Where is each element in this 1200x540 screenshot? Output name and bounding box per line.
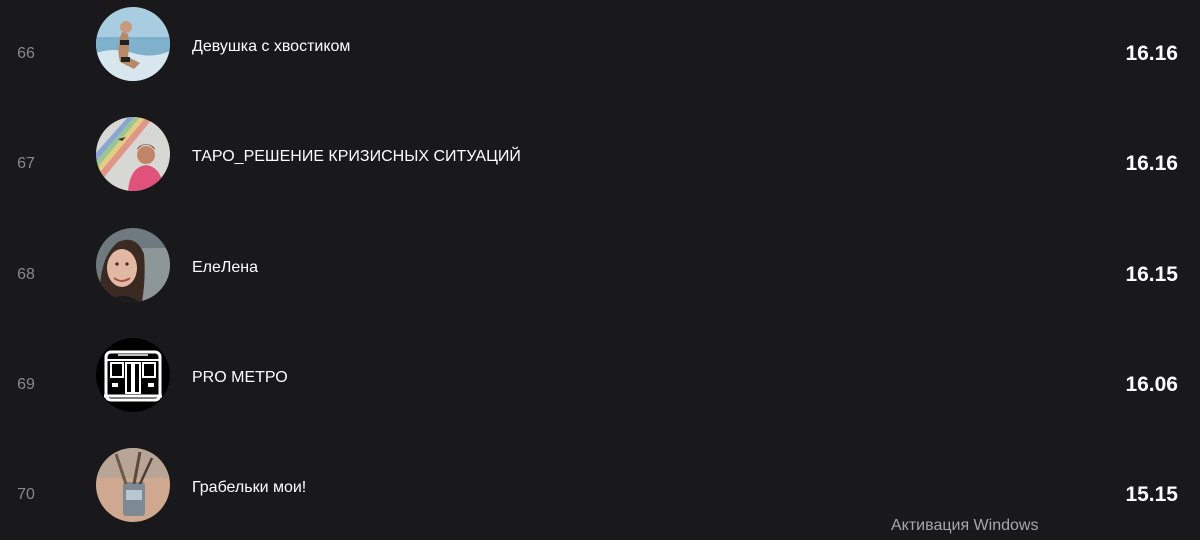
metro-train-icon [96,338,170,412]
rank-number: 67 [17,155,35,172]
channel-name[interactable]: ТАРО_РЕШЕНИЕ КРИЗИСНЫХ СИТУАЦИЙ [192,148,521,166]
avatar-photo-woman-rainbow [96,117,170,191]
channel-name[interactable]: Девушка с хвостиком [192,38,350,56]
rank-number: 66 [17,45,35,62]
rating-list: 66 Девушка с хвостиком 16.16 67 ТАРО_РЕШ… [0,0,1200,540]
score-value: 15.15 [1125,483,1178,506]
list-item[interactable]: 66 Девушка с хвостиком 16.16 [0,7,1200,117]
windows-activation-watermark: Активация Windows [891,517,1039,534]
avatar[interactable] [96,117,170,191]
channel-name[interactable]: ЕлеЛена [192,259,258,277]
list-item[interactable]: 69 PRO МЕТРО 16.06 [0,338,1200,448]
list-item[interactable]: 68 ЕлеЛена 16.15 [0,228,1200,338]
avatar-photo-woman-portrait [96,228,170,302]
avatar[interactable] [96,338,170,412]
avatar-photo-tools [96,448,170,522]
score-value: 16.15 [1125,263,1178,286]
score-value: 16.16 [1125,152,1178,175]
rank-number: 69 [17,376,35,393]
rank-number: 70 [17,486,35,503]
avatar-photo-beach [96,7,170,81]
channel-name[interactable]: Грабельки мои! [192,479,306,497]
score-value: 16.16 [1125,42,1178,65]
score-value: 16.06 [1125,373,1178,396]
list-item[interactable]: 67 ТАРО_РЕШЕНИЕ КРИЗИСНЫХ СИТУАЦИЙ 16.16 [0,117,1200,227]
avatar[interactable] [96,7,170,81]
rank-number: 68 [17,266,35,283]
avatar[interactable] [96,228,170,302]
channel-name[interactable]: PRO МЕТРО [192,369,288,387]
avatar[interactable] [96,448,170,522]
